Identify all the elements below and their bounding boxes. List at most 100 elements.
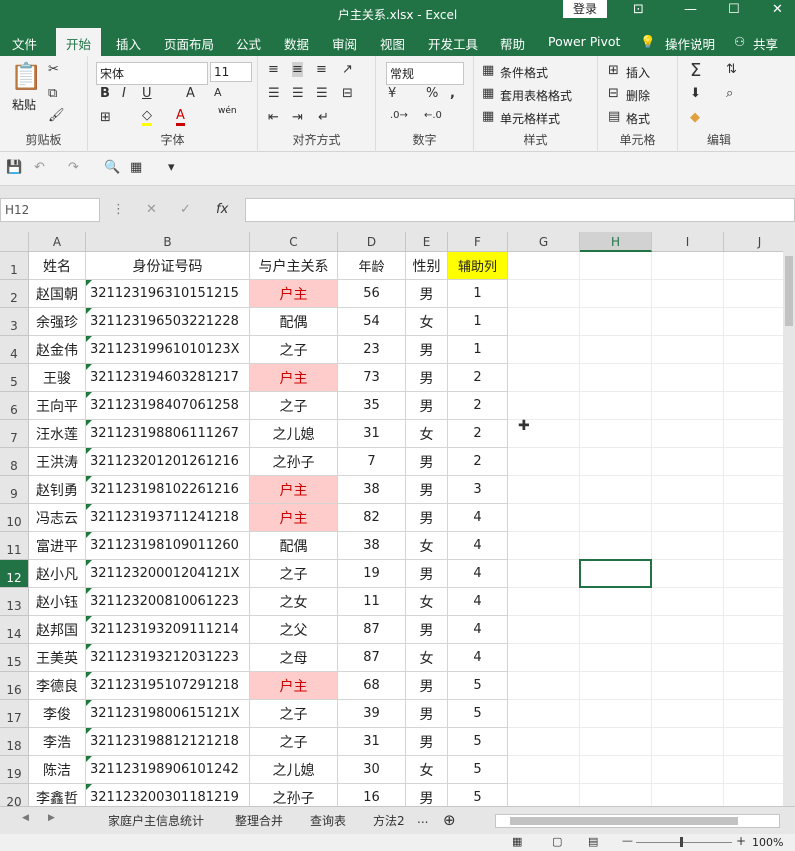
empty-cell[interactable]: [580, 280, 652, 308]
empty-cell[interactable]: [508, 560, 580, 588]
cell-name[interactable]: 王美英: [29, 644, 86, 672]
empty-cell[interactable]: [508, 588, 580, 616]
merge-icon[interactable]: ⊟: [342, 86, 353, 101]
cell-sex[interactable]: 男: [406, 616, 448, 644]
sheet-tab-more[interactable]: ...: [417, 812, 428, 826]
empty-cell[interactable]: [580, 252, 652, 280]
empty-cell[interactable]: [724, 252, 783, 280]
header-cell[interactable]: 年龄: [338, 252, 406, 280]
row-header[interactable]: 6: [0, 392, 29, 420]
empty-cell[interactable]: [508, 252, 580, 280]
row-header[interactable]: 15: [0, 644, 29, 672]
decrease-decimal-icon[interactable]: ←.0: [424, 110, 442, 121]
empty-cell[interactable]: [508, 392, 580, 420]
column-header-d[interactable]: D: [338, 232, 406, 252]
cell-name[interactable]: 冯志云: [29, 504, 86, 532]
column-header-g[interactable]: G: [508, 232, 580, 252]
wrap-text-icon[interactable]: ↵: [318, 110, 329, 125]
increase-indent-icon[interactable]: ⇥: [292, 110, 303, 125]
cell-name[interactable]: 李鑫哲: [29, 784, 86, 806]
vertical-scrollbar[interactable]: [783, 232, 795, 806]
empty-cell[interactable]: [724, 308, 783, 336]
cell-rel[interactable]: 之子: [250, 700, 338, 728]
empty-cell[interactable]: [508, 504, 580, 532]
delete-cells-icon[interactable]: ⊟: [608, 86, 619, 101]
empty-cell[interactable]: [652, 532, 724, 560]
next-sheet-icon[interactable]: ▶: [48, 813, 55, 823]
sheet-tab-1[interactable]: 家庭户主信息统计: [108, 812, 204, 829]
align-left-icon[interactable]: ☰: [268, 86, 280, 101]
cell-rel[interactable]: 之母: [250, 644, 338, 672]
cell-aux[interactable]: 4: [448, 504, 508, 532]
cell-age[interactable]: 87: [338, 616, 406, 644]
zoom-level[interactable]: 100%: [752, 836, 783, 849]
cell-name[interactable]: 余强珍: [29, 308, 86, 336]
formula-input[interactable]: [245, 198, 795, 222]
cell-id[interactable]: 32112319961010123X: [86, 336, 250, 364]
tab-page-layout[interactable]: 页面布局: [164, 34, 214, 53]
empty-cell[interactable]: [580, 672, 652, 700]
cell-sex[interactable]: 女: [406, 756, 448, 784]
cell-sex[interactable]: 男: [406, 560, 448, 588]
row-header[interactable]: 10: [0, 504, 29, 532]
close-icon[interactable]: ✕: [772, 2, 783, 17]
paste-label[interactable]: 粘贴: [12, 96, 36, 113]
horizontal-scrollbar[interactable]: [495, 814, 780, 828]
cell-aux[interactable]: 4: [448, 644, 508, 672]
empty-cell[interactable]: [724, 532, 783, 560]
cell-aux[interactable]: 1: [448, 280, 508, 308]
fill-color-icon[interactable]: ◇: [142, 108, 152, 126]
empty-cell[interactable]: [652, 280, 724, 308]
enter-icon[interactable]: ✓: [180, 202, 191, 217]
cell-sex[interactable]: 男: [406, 364, 448, 392]
cell-sex[interactable]: 男: [406, 336, 448, 364]
autosum-icon[interactable]: Σ: [690, 60, 701, 81]
cell-styles-icon[interactable]: ▦: [482, 109, 494, 124]
column-header-f[interactable]: F: [448, 232, 508, 252]
conditional-format-icon[interactable]: ▦: [482, 63, 494, 78]
cell-name[interactable]: 陈洁: [29, 756, 86, 784]
cell-id[interactable]: 321123193711241218: [86, 504, 250, 532]
cell-age[interactable]: 73: [338, 364, 406, 392]
cell-age[interactable]: 38: [338, 476, 406, 504]
cell-sex[interactable]: 男: [406, 392, 448, 420]
cell-name[interactable]: 富进平: [29, 532, 86, 560]
prev-sheet-icon[interactable]: ◀: [22, 813, 29, 823]
empty-cell[interactable]: [580, 700, 652, 728]
cell-name[interactable]: 赵小凡: [29, 560, 86, 588]
cell-age[interactable]: 82: [338, 504, 406, 532]
empty-cell[interactable]: [580, 420, 652, 448]
cell-name[interactable]: 王骏: [29, 364, 86, 392]
empty-cell[interactable]: [724, 728, 783, 756]
increase-decimal-icon[interactable]: .0→: [390, 110, 408, 121]
cell-aux[interactable]: 5: [448, 784, 508, 806]
cell-id[interactable]: 321123198102261216: [86, 476, 250, 504]
header-cell[interactable]: 与户主关系: [250, 252, 338, 280]
tab-insert[interactable]: 插入: [116, 34, 141, 53]
cell-age[interactable]: 19: [338, 560, 406, 588]
cell-rel[interactable]: 之子: [250, 560, 338, 588]
cancel-icon[interactable]: ✕: [146, 202, 157, 217]
empty-cell[interactable]: [508, 280, 580, 308]
column-header-c[interactable]: C: [250, 232, 338, 252]
empty-cell[interactable]: [580, 476, 652, 504]
empty-cell[interactable]: [652, 336, 724, 364]
font-name-select[interactable]: 宋体: [96, 62, 208, 85]
column-header-j[interactable]: J: [724, 232, 783, 252]
empty-cell[interactable]: [508, 672, 580, 700]
cell-rel[interactable]: 之儿媳: [250, 756, 338, 784]
row-header[interactable]: 3: [0, 308, 29, 336]
empty-cell[interactable]: [724, 672, 783, 700]
fill-icon[interactable]: ⬇: [690, 86, 701, 101]
cell-age[interactable]: 87: [338, 644, 406, 672]
cell-name[interactable]: 李浩: [29, 728, 86, 756]
cell-id[interactable]: 321123200301181219: [86, 784, 250, 806]
tab-file[interactable]: 文件: [12, 34, 37, 53]
cell-name[interactable]: 赵小钰: [29, 588, 86, 616]
worksheet-grid[interactable]: A B C D E F G H I J 1 姓名 身份证号码 与户主关系 年龄 性别 辅助列 2 赵国朝 321123…: [0, 232, 783, 806]
cell-name[interactable]: 赵钊勇: [29, 476, 86, 504]
cell-sex[interactable]: 男: [406, 700, 448, 728]
empty-cell[interactable]: [580, 588, 652, 616]
empty-cell[interactable]: [724, 364, 783, 392]
cell-aux[interactable]: 2: [448, 420, 508, 448]
